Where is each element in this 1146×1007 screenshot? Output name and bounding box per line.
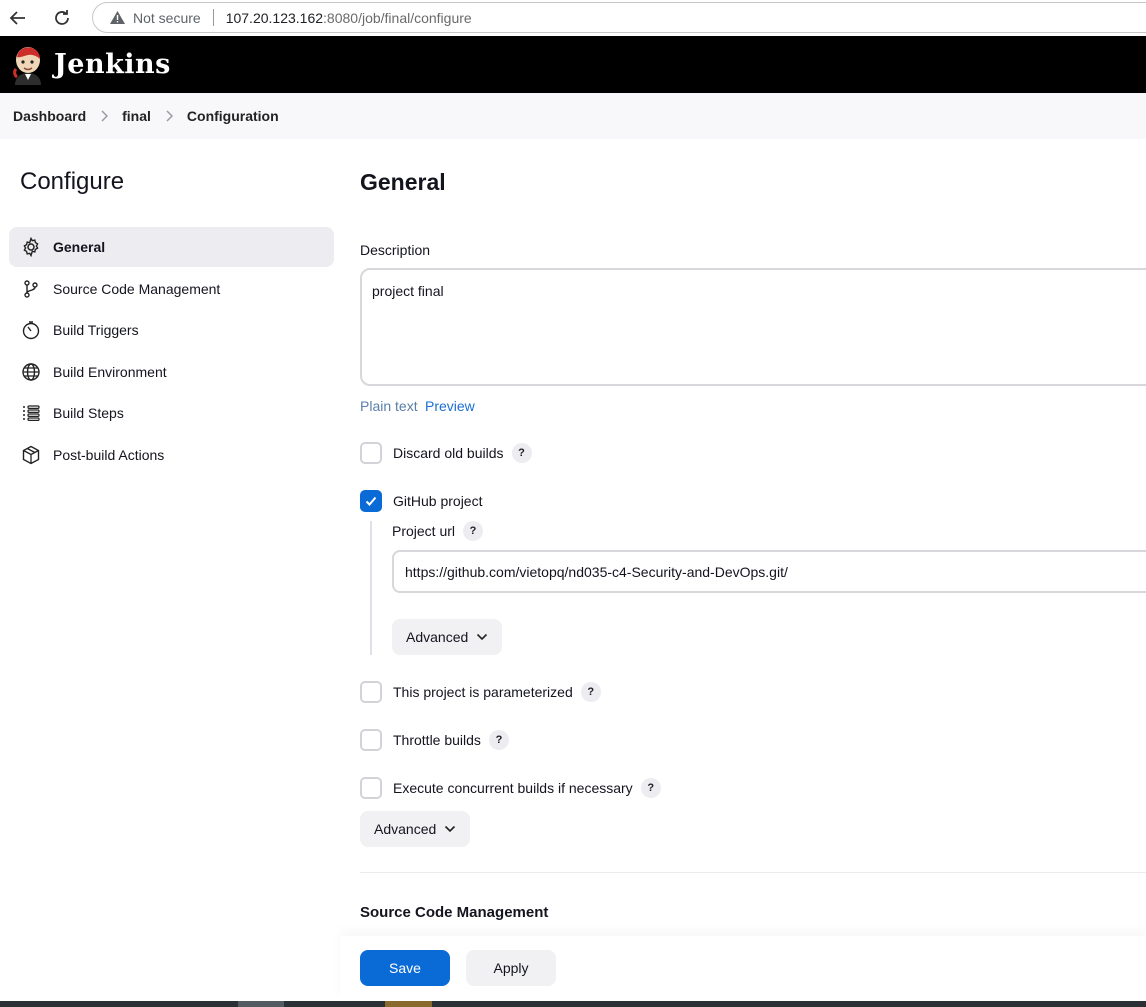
sidebar-item-label: Build Triggers (53, 322, 139, 338)
taskbar-item[interactable] (385, 1001, 432, 1007)
chevron-right-icon (151, 110, 187, 122)
os-taskbar (0, 1001, 1146, 1007)
git-branch-icon (21, 279, 41, 299)
help-icon[interactable]: ? (463, 521, 484, 541)
browser-toolbar: Not secure 107.20.123.162:8080/job/final… (0, 0, 1146, 36)
description-value: project final (372, 283, 444, 299)
warning-icon (110, 11, 125, 24)
sidebar-item-label: Build Steps (53, 405, 124, 421)
discard-old-builds-checkbox[interactable] (360, 442, 382, 464)
save-button[interactable]: Save (360, 950, 450, 986)
address-bar[interactable]: Not secure 107.20.123.162:8080/job/final… (92, 2, 1146, 33)
checkbox-label[interactable]: GitHub project (393, 493, 482, 509)
url-path: :8080/job/final/configure (323, 9, 472, 26)
sidebar-item-build-steps[interactable]: Build Steps (9, 393, 334, 433)
jenkins-title[interactable]: Jenkins (54, 49, 171, 80)
checkmark-icon (365, 496, 377, 506)
description-label: Description (360, 242, 431, 258)
section-title-source-code-management: Source Code Management (360, 904, 549, 921)
help-icon[interactable]: ? (511, 443, 532, 463)
sidebar-item-post-build-actions[interactable]: Post-build Actions (9, 435, 334, 475)
preview-link[interactable]: Preview (425, 398, 475, 414)
section-divider (360, 872, 1146, 873)
chevron-down-icon (444, 825, 456, 833)
checkbox-label[interactable]: Throttle builds (393, 732, 481, 748)
apply-button[interactable]: Apply (466, 950, 556, 986)
breadcrumb-final[interactable]: final (122, 108, 151, 124)
reload-button[interactable] (50, 6, 74, 30)
reload-icon (55, 10, 69, 25)
help-icon[interactable]: ? (640, 778, 661, 798)
security-indicator[interactable]: Not secure (109, 10, 201, 26)
concurrent-builds-checkbox[interactable] (360, 777, 382, 799)
list-icon (21, 403, 41, 423)
project-url-label: Project url (392, 523, 456, 539)
sidebar-item-label: General (53, 239, 106, 255)
parameterized-checkbox[interactable] (360, 681, 382, 703)
taskbar-item[interactable] (238, 1001, 284, 1007)
sidebar-title: Configure (20, 168, 125, 195)
parameterized-option: This project is parameterized ? (360, 681, 601, 703)
breadcrumb: Dashboard final Configuration (0, 93, 1146, 139)
checkbox-label[interactable]: Discard old builds (393, 445, 504, 461)
breadcrumb-configuration[interactable]: Configuration (187, 108, 279, 124)
project-url-input[interactable]: https://github.com/vietopq/nd035-c4-Secu… (392, 550, 1146, 593)
advanced-button-general[interactable]: Advanced (360, 811, 471, 847)
globe-icon (21, 362, 41, 382)
sidebar-item-source-code-management[interactable]: Source Code Management (9, 269, 334, 309)
sidebar-item-label: Source Code Management (53, 280, 221, 297)
back-arrow-icon (9, 11, 25, 25)
sidebar-item-label: Post-build Actions (53, 446, 165, 463)
sidebar-item-label: Build Environment (53, 363, 167, 380)
sidebar-item-general[interactable]: General (9, 227, 334, 267)
checkbox-label[interactable]: Execute concurrent builds if necessary (393, 780, 633, 796)
advanced-button-github[interactable]: Advanced (392, 619, 503, 655)
help-icon[interactable]: ? (488, 730, 509, 750)
discard-old-builds-option: Discard old builds ? (360, 442, 532, 464)
sidebar-item-build-environment[interactable]: Build Environment (9, 352, 334, 392)
security-label: Not secure (133, 9, 201, 26)
checkbox-label[interactable]: This project is parameterized (393, 684, 573, 700)
chevron-right-icon (86, 110, 122, 122)
github-project-option: GitHub project (360, 490, 482, 512)
nested-section-line (370, 521, 372, 655)
chevron-down-icon (476, 633, 488, 641)
project-url-value: https://github.com/vietopq/nd035-c4-Secu… (405, 563, 788, 580)
project-url-row: Project url ? (392, 521, 484, 541)
sidebar-item-build-triggers[interactable]: Build Triggers (9, 310, 334, 350)
plain-text-link[interactable]: Plain text (360, 398, 418, 414)
back-button[interactable] (6, 6, 30, 30)
advanced-label: Advanced (374, 821, 437, 837)
concurrent-builds-option: Execute concurrent builds if necessary ? (360, 777, 661, 799)
timer-icon (21, 320, 41, 340)
advanced-label: Advanced (406, 629, 469, 645)
package-icon (21, 445, 41, 465)
url-divider (212, 9, 214, 26)
url-host: 107.20.123.162 (225, 9, 324, 26)
sidebar-nav: General Source Code Management Build Tri… (9, 227, 334, 476)
github-project-checkbox[interactable] (360, 490, 382, 512)
help-icon[interactable]: ? (580, 682, 601, 702)
jenkins-header: Jenkins (0, 36, 1146, 93)
throttle-builds-option: Throttle builds ? (360, 729, 509, 751)
throttle-builds-checkbox[interactable] (360, 729, 382, 751)
gear-icon (21, 237, 41, 257)
section-title-general: General (360, 169, 446, 195)
description-textarea[interactable]: project final (360, 268, 1146, 386)
breadcrumb-dashboard[interactable]: Dashboard (13, 108, 86, 124)
bottom-action-bar (340, 936, 1146, 1001)
jenkins-logo-icon[interactable] (12, 45, 45, 85)
